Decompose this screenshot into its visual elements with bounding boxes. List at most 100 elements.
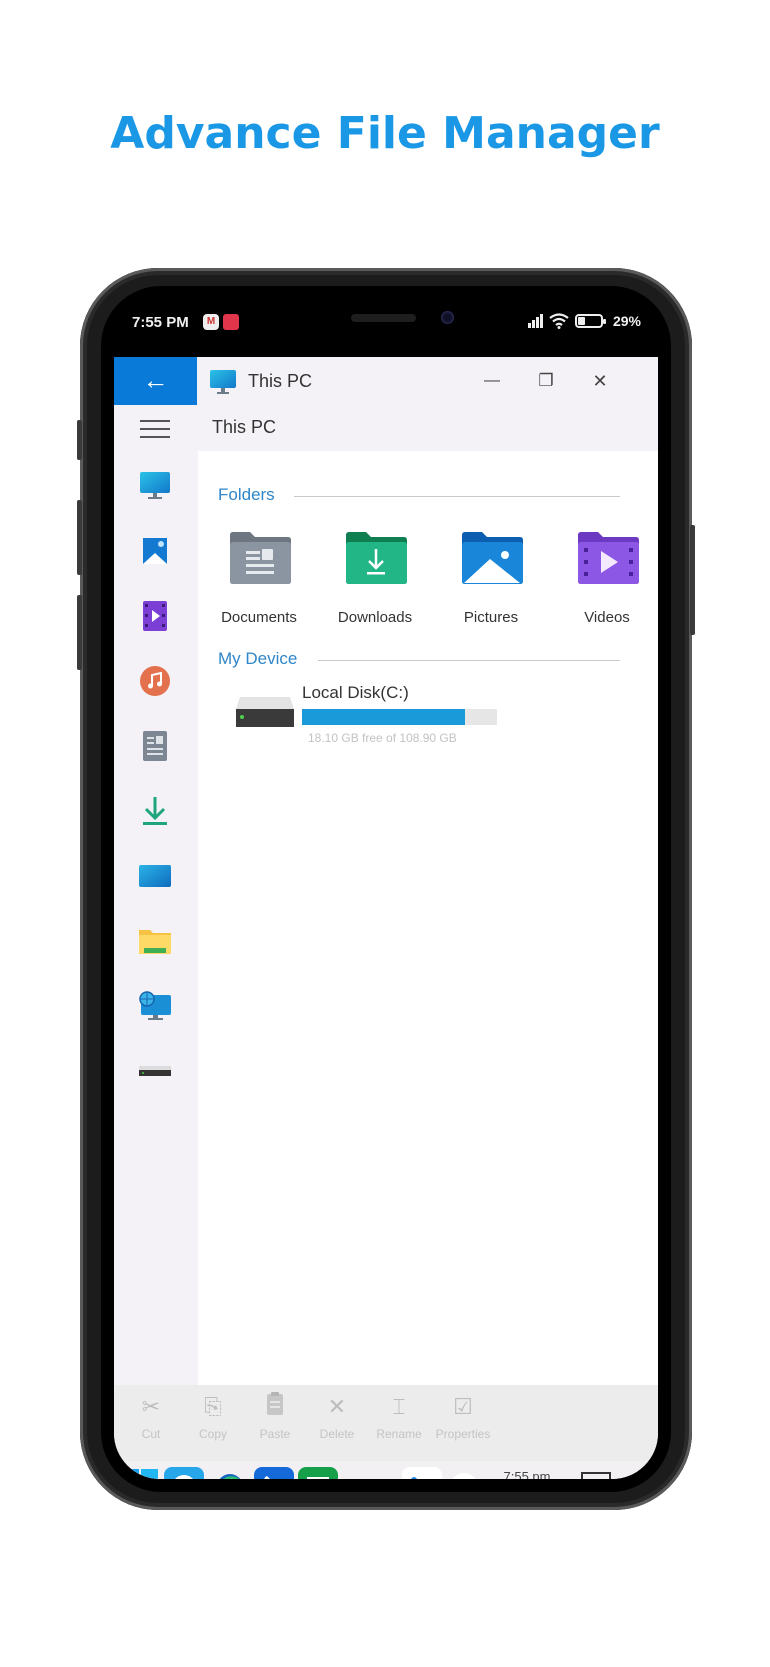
sidebar-item-downloads[interactable] — [138, 794, 172, 828]
phone-app-button[interactable] — [254, 1467, 294, 1479]
copy-button[interactable]: ⎘ Copy — [182, 1391, 244, 1455]
folder-label: Documents — [221, 609, 297, 626]
music-icon — [140, 666, 170, 696]
my-device-section-label: My Device — [218, 649, 298, 668]
phone-bezel: 7:55 PM M 29% ← This PC — ❐ ✕ This PC Fo… — [101, 286, 671, 1492]
pictures-folder-icon — [462, 532, 523, 584]
rename-button[interactable]: ⌶ Rename — [368, 1391, 430, 1455]
sidebar-item-network[interactable] — [138, 989, 172, 1023]
phone-icon — [264, 1476, 270, 1479]
rename-label: Rename — [376, 1427, 422, 1441]
app-screen: ← This PC — ❐ ✕ This PC Folders Document… — [114, 357, 658, 1479]
local-disk-item[interactable]: Local Disk(C:) 18.10 GB free of 108.90 G… — [234, 683, 534, 763]
monitor-icon — [140, 472, 170, 499]
folder-label: Pictures — [463, 609, 519, 626]
delete-icon: ✕ — [327, 1394, 347, 1419]
rename-icon: ⌶ — [392, 1394, 406, 1419]
paste-button[interactable]: Paste — [244, 1391, 306, 1455]
sidebar-item-videos[interactable] — [138, 599, 172, 633]
my-device-divider — [318, 660, 620, 661]
delete-button[interactable]: ✕ Delete — [306, 1391, 368, 1455]
gmail-notification-icon: M — [203, 314, 219, 330]
windows-logo-icon — [122, 1469, 158, 1479]
signal-icon — [527, 314, 543, 328]
hard-drive-icon — [236, 697, 294, 727]
folder-label: Downloads — [337, 609, 413, 626]
window-title: This PC — [248, 371, 313, 391]
properties-label: Properties — [435, 1427, 491, 1441]
app-notification-icon — [223, 314, 239, 330]
people-icon — [411, 1477, 417, 1479]
desktop-icon — [139, 865, 171, 887]
copy-icon: ⎘ — [204, 1394, 222, 1419]
breadcrumb[interactable]: This PC — [212, 417, 276, 438]
status-time: 7:55 PM — [132, 314, 189, 331]
sidebar-item-desktop[interactable] — [138, 859, 172, 893]
message-icon — [307, 1477, 329, 1479]
folder-documents[interactable]: Documents — [204, 531, 314, 646]
cut-button[interactable]: ✂ Cut — [120, 1391, 182, 1455]
sidebar — [114, 451, 198, 1385]
folder-icon — [139, 930, 171, 954]
copy-label: Copy — [198, 1427, 227, 1441]
properties-button[interactable]: ☑ Properties — [428, 1391, 498, 1455]
close-button[interactable]: ✕ — [584, 365, 616, 397]
folder-pictures[interactable]: Pictures — [436, 531, 546, 646]
sidebar-item-music[interactable] — [138, 664, 172, 698]
phone-side-button — [77, 420, 82, 460]
promo-title: Advance File Manager — [110, 108, 660, 159]
folder-videos[interactable]: Videos — [552, 531, 658, 646]
disk-name: Local Disk(C:) — [302, 683, 409, 702]
status-bar: 7:55 PM M 29% — [101, 308, 671, 338]
paste-icon — [244, 1391, 306, 1423]
menu-icon[interactable] — [140, 420, 170, 438]
sidebar-item-folder[interactable] — [138, 924, 172, 958]
cut-label: Cut — [141, 1427, 161, 1441]
system-tray-toggle[interactable]: ^ — [450, 1473, 478, 1479]
address-row: This PC — [114, 405, 658, 451]
people-app-button[interactable] — [402, 1467, 442, 1479]
folders-divider — [294, 496, 620, 497]
content-pane: Folders Documents Downloads Pictures Vid… — [198, 451, 658, 1385]
this-pc-icon — [210, 370, 236, 394]
sidebar-item-pictures[interactable] — [138, 534, 172, 568]
drive-icon — [139, 1066, 171, 1076]
folders-section-label: Folders — [218, 485, 275, 504]
taskbar-time: 7:55 pm — [503, 1469, 551, 1479]
messages-app-button[interactable] — [298, 1467, 338, 1479]
taskbar: ^ 7:55 pm 30/07/2022 — [114, 1461, 658, 1479]
chevron-up-icon: ^ — [459, 1473, 470, 1479]
notifications-button[interactable] — [576, 1467, 616, 1479]
wifi-icon — [549, 313, 569, 329]
search-button[interactable] — [164, 1467, 204, 1479]
downloads-folder-icon — [346, 532, 407, 584]
start-button[interactable] — [120, 1467, 160, 1479]
folder-downloads[interactable]: Downloads — [320, 531, 430, 646]
documents-folder-icon — [230, 532, 291, 584]
taskbar-clock[interactable]: 7:55 pm 30/07/2022 — [482, 1467, 572, 1479]
edge-browser-button[interactable] — [210, 1467, 250, 1479]
cut-icon: ✂ — [141, 1394, 161, 1419]
sidebar-item-drive[interactable] — [138, 1054, 172, 1088]
disk-free-text: 18.10 GB free of 108.90 GB — [308, 731, 457, 745]
videos-icon — [143, 601, 167, 631]
minimize-button[interactable]: — — [476, 365, 508, 397]
network-icon — [139, 991, 171, 1020]
delete-label: Delete — [319, 1427, 355, 1441]
search-circle-icon — [175, 1475, 193, 1479]
window-titlebar: ← This PC — ❐ ✕ — [114, 357, 658, 405]
documents-icon — [143, 731, 167, 761]
download-icon — [143, 797, 167, 825]
restore-button[interactable]: ❐ — [530, 365, 562, 397]
notification-bubble-icon — [581, 1472, 611, 1479]
sidebar-item-this-pc[interactable] — [138, 469, 172, 503]
sidebar-item-documents[interactable] — [138, 729, 172, 763]
edge-icon — [219, 1474, 241, 1479]
videos-folder-icon — [578, 532, 639, 584]
pictures-icon — [143, 538, 167, 564]
disk-usage-bar — [302, 709, 497, 725]
phone-power-button — [690, 525, 695, 635]
folder-label: Videos — [584, 609, 630, 626]
battery-icon — [574, 314, 606, 328]
back-button[interactable]: ← — [114, 357, 197, 405]
